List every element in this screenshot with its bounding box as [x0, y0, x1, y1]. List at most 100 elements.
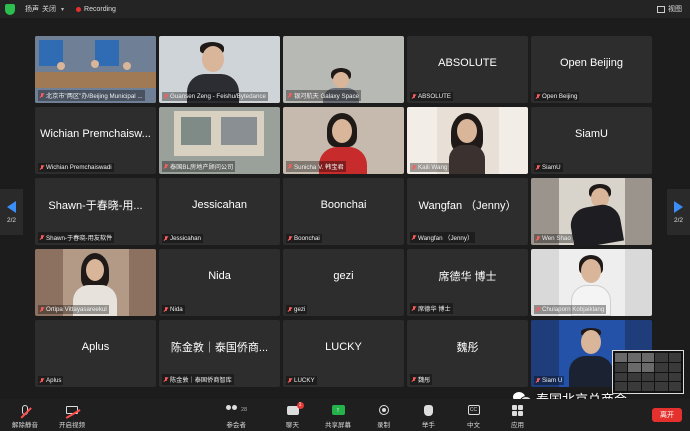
participant-name-label: 银河航天 Galaxy Space [286, 90, 361, 101]
participant-tile[interactable]: Guansen Zeng - Feishu/Bytedance [159, 36, 280, 103]
preview-cell [615, 372, 628, 382]
start-video-button[interactable]: 开启视频 [59, 403, 85, 429]
apps-label: 应用 [511, 422, 524, 429]
muted-mic-icon [288, 377, 292, 384]
participant-name-label: 陈金敦｜泰国侨商智库 [162, 374, 234, 385]
participant-name-label: ABSOLUTE [410, 92, 454, 101]
participant-tile[interactable]: Shawn-于春晓-用... Shawn-于春晓-用友软件 [35, 178, 156, 245]
participant-name-label: Guansen Zeng - Feishu/Bytedance [162, 92, 268, 101]
preview-cell [628, 372, 641, 382]
participant-display-name: Boonchai [320, 198, 367, 211]
next-page-button[interactable]: 2/2 [667, 189, 690, 235]
participant-display-name: Shawn-于春晓-用... [48, 199, 143, 212]
participant-tile[interactable]: Wen Shao [531, 178, 652, 245]
page-indicator-right: 2/2 [673, 216, 684, 224]
participant-tile[interactable]: Nida Nida [159, 249, 280, 316]
previous-page-button[interactable]: 2/2 [0, 189, 23, 235]
participant-tile[interactable]: Jessicahan Jessicahan [159, 178, 280, 245]
security-shield-icon[interactable] [5, 3, 15, 15]
participant-name-text: Chulaporn Kobjaiklang [542, 306, 605, 313]
participant-tile[interactable]: 陈金敦｜泰国侨商... 陈金敦｜泰国侨商智库 [159, 320, 280, 387]
apps-button[interactable]: 应用 [511, 403, 524, 429]
participant-tile[interactable]: ABSOLUTE ABSOLUTE [407, 36, 528, 103]
muted-mic-icon [40, 306, 44, 313]
participant-display-name: LUCKY [325, 340, 362, 353]
participant-tile[interactable]: Open Beijing Open Beijing [531, 36, 652, 103]
participant-name-label: Jessicahan [162, 234, 203, 243]
participant-name-text: Wichian Premchaiswadi [46, 164, 112, 171]
muted-mic-icon [288, 163, 292, 170]
raise-hand-button[interactable]: 举手 [422, 403, 435, 429]
participant-tile[interactable]: Chulaporn Kobjaiklang [531, 249, 652, 316]
participant-name-text: Wangfan （Jenny） [418, 235, 474, 242]
muted-mic-icon [40, 234, 44, 241]
participants-button[interactable]: 28 参会者 [225, 403, 247, 429]
muted-mic-icon [536, 377, 540, 384]
raise-hand-icon [424, 404, 433, 416]
participant-tile[interactable]: 席德华 博士 席德华 博士 [407, 249, 528, 316]
record-label: 录制 [377, 422, 390, 429]
participant-display-name: SiamU [574, 127, 608, 140]
grid-view-icon [657, 5, 665, 13]
participant-name-text: 陈金敦｜泰国侨商智库 [170, 377, 232, 384]
muted-mic-icon [164, 163, 168, 170]
captions-icon: CC [467, 405, 480, 415]
muted-mic-icon [288, 235, 292, 242]
participant-name-text: 泰国BL房地产顾问公司 [170, 164, 234, 171]
participant-name-label: Wangfan （Jenny） [410, 232, 476, 243]
zoom-meeting-window: 扬声 关闭 ▾ Recording 视图 2/2 2/2 北京市"两区"办/Be… [0, 0, 690, 431]
unmute-button[interactable]: 解除静音 [12, 403, 38, 429]
chat-badge: 1 [296, 401, 304, 409]
muted-mic-icon [412, 93, 416, 100]
participant-name-text: Wen Shao [542, 235, 571, 242]
participant-tile[interactable]: Kaili Wang [407, 107, 528, 174]
preview-cell [641, 382, 655, 391]
leave-button[interactable]: 离开 [652, 408, 682, 422]
apps-icon [512, 404, 523, 416]
participant-tile[interactable]: 泰国BL房地产顾问公司 [159, 107, 280, 174]
participant-name-label: 席德华 博士 [410, 303, 453, 314]
muted-mic-icon [164, 306, 168, 313]
audio-dropdown-icon[interactable]: ▾ [61, 6, 64, 13]
participant-tile[interactable]: gezi gezi [283, 249, 404, 316]
preview-cell [628, 353, 641, 362]
muted-mic-icon [40, 377, 44, 384]
participant-name-label: gezi [286, 305, 308, 314]
preview-cell [641, 353, 655, 362]
participant-tile[interactable]: Aplus Aplus [35, 320, 156, 387]
captions-label: 中文 [467, 422, 480, 429]
participant-tile[interactable]: Wangfan （Jenny） Wangfan （Jenny） [407, 178, 528, 245]
participant-tile[interactable]: Wichian Premchaisw... Wichian Premchaiswa… [35, 107, 156, 174]
participant-name-text: ABSOLUTE [418, 93, 452, 100]
participant-name-text: Guansen Zeng - Feishu/Bytedance [170, 93, 266, 100]
muted-mic-icon [288, 92, 292, 99]
recording-label: Recording [84, 5, 116, 13]
audio-status[interactable]: 关闭 [42, 4, 56, 14]
record-button[interactable]: 录制 [377, 403, 390, 429]
participant-tile[interactable]: SiamU SiamU [531, 107, 652, 174]
participant-tile[interactable]: 银河航天 Galaxy Space [283, 36, 404, 103]
participant-tile[interactable]: Ortipa Vittayasareekul [35, 249, 156, 316]
preview-cell [655, 353, 668, 362]
view-button[interactable]: 视图 [657, 4, 682, 14]
gallery-thumbnail-preview[interactable] [612, 350, 684, 394]
chat-button[interactable]: 1 聊天 [286, 401, 304, 429]
share-screen-icon: ↑ [331, 405, 345, 415]
participant-name-text: Nida [170, 306, 183, 313]
participant-tile[interactable]: 北京市"两区"办/Beijing Municipal ... [35, 36, 156, 103]
record-icon [378, 405, 389, 415]
participant-name-label: Siam U [534, 376, 565, 385]
participant-name-label: Wen Shao [534, 234, 573, 243]
preview-cell [668, 382, 681, 391]
participant-tile[interactable]: Sunicha V. 韩宝君 [283, 107, 404, 174]
chat-icon: 1 [286, 401, 304, 415]
chat-label: 聊天 [286, 422, 299, 429]
participants-count: 28 [241, 407, 248, 413]
participant-tile[interactable]: 魏彤 魏彤 [407, 320, 528, 387]
muted-mic-icon [164, 93, 168, 100]
meeting-toolbar: 解除静音 开启视频 28 参会者 1 聊天 ↑ 共享屏幕 录制 举手 CC 中文 [0, 399, 690, 431]
participant-tile[interactable]: Boonchai Boonchai [283, 178, 404, 245]
captions-button[interactable]: CC 中文 [467, 403, 480, 429]
participant-tile[interactable]: LUCKY LUCKY [283, 320, 404, 387]
share-screen-button[interactable]: ↑ 共享屏幕 [325, 403, 351, 429]
